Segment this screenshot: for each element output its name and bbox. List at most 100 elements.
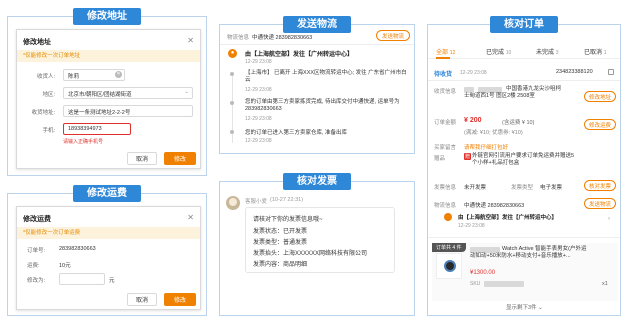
event-text: 【上海市】 已离开 上海XXX区物流转运中心; 发往 广东省广州市白云 — [245, 70, 407, 83]
send-logistics-panel: 发送物流 物流信息 中通快递 283982830663 发送物流 由【上海航空部… — [219, 16, 415, 154]
invoice-title-line: 发票抬头：上海XXXXXX网络科技有限公司 — [253, 251, 368, 257]
gift-badge: 赠 — [464, 153, 472, 160]
phone-error-text: 请输入正确手机号 — [63, 139, 104, 145]
modify-address-button[interactable]: 修改地址 — [584, 91, 616, 102]
invoice-type-line: 发票类型：普通发票 — [253, 240, 308, 246]
logistics-label: 物流信息 — [434, 203, 457, 209]
amount-discount: (满减: ¥10; 优惠券: ¥10) — [464, 130, 523, 136]
modify-to-label: 修改为: — [27, 278, 46, 284]
region-label: 地区: — [42, 92, 55, 98]
order-number: 234823388120 — [556, 69, 593, 75]
modify-freight-button[interactable]: 修改运费 — [584, 119, 616, 130]
modify-address-dialog: 修改地址 ✕ *仅能修改一次订单地址 收货人: 陈莉 ✕ 地区: 北京市/朝阳区… — [16, 29, 201, 169]
show-more-link[interactable]: 显示剩下3件 ⌄ — [506, 303, 543, 311]
event-time: 12-29 23:08 — [245, 87, 272, 93]
copy-icon[interactable] — [608, 69, 614, 75]
send-logistics-button[interactable]: 发送物流 — [584, 198, 616, 209]
modify-freight-dialog: 修改运费 ✕ *仅能修改一次订单运费 订单号: 283982830663 运费:… — [16, 206, 201, 310]
order-number-label: 订单号: — [27, 248, 46, 254]
confirm-button[interactable]: 修改 — [164, 293, 196, 306]
tab-completed[interactable]: 已完成 10 — [486, 47, 511, 56]
tab-all-underline — [436, 57, 450, 59]
invoice-status-line: 发票状态：已开发票 — [253, 229, 308, 235]
tab-cancelled[interactable]: 已取消 1 — [584, 47, 606, 56]
route-time: 12-29 23:08 — [245, 59, 272, 65]
region-select[interactable]: 北京市/朝阳区/团结湖街道 ⌄ — [63, 87, 193, 99]
confirm-button[interactable]: 修改 — [164, 152, 196, 165]
invoice-content-line: 发票内容：商品明细 — [253, 262, 308, 268]
route-time: 12-29 23:08 — [458, 223, 485, 229]
modify-freight-header: 修改运费 — [73, 185, 141, 202]
intro-text: 请核对下你的发票信息哦~ — [253, 217, 323, 223]
close-icon[interactable]: ✕ — [187, 213, 194, 222]
route-title: 由【上海航空部】发往【广州转运中心】 — [458, 215, 558, 221]
location-pin-icon: ● — [228, 49, 237, 58]
event-time: 12-29 23:08 — [245, 116, 272, 122]
remark-value: 请帮我仔细打包好 — [464, 145, 509, 151]
event-text: 您的订单由第三方卖家拣货完成, 待出库交付中通快递, 运单号为 28398283… — [245, 99, 400, 112]
event-text: 您的订单已进入第三方卖家仓库, 准备出库 — [245, 130, 348, 136]
message-time: (10-27 22:31) — [270, 197, 304, 203]
notice-banner: *仅能修改一次订单运费 — [17, 227, 200, 239]
send-logistics-button[interactable]: 发送物流 — [376, 30, 410, 41]
close-icon[interactable]: ✕ — [187, 36, 194, 45]
modify-freight-panel: 修改运费 修改运费 ✕ *仅能修改一次订单运费 订单号: 28398283066… — [7, 185, 207, 316]
order-number-value: 283982830663 — [59, 246, 96, 252]
product-name: Watch Active 智能手表男女(户外运动如动+50米防水+移动支付+音乐… — [470, 246, 587, 259]
phone-label: 手机: — [42, 128, 55, 134]
address-label: 收货信息 — [434, 89, 457, 95]
chevron-down-icon: ⌄ — [184, 89, 189, 95]
avatar — [226, 196, 240, 210]
order-status: 待收货 — [434, 72, 453, 78]
invoice-status: 未开发票 — [464, 185, 487, 191]
phone-input[interactable]: 18938394973 — [63, 123, 131, 135]
tab-all[interactable]: 全部 12 — [436, 47, 455, 56]
product-count-badge: 订单共 4 件 — [432, 243, 466, 252]
route-title: 由【上海航空部】发往【广州转运中心】 — [245, 52, 354, 58]
timeline-dot — [230, 72, 234, 76]
gift-value: 外链官网引流用户要求订单免运费并赠送5个小样+礼品打包盒 — [472, 153, 575, 166]
tab-incomplete[interactable]: 未完成 3 — [536, 47, 558, 56]
product-quantity: x1 — [602, 281, 608, 287]
blurred-sku — [484, 281, 524, 287]
verify-order-panel: 核对订单 全部 12 已完成 10 未完成 3 已取消 1 待收货 12-29 … — [427, 16, 621, 316]
invoice-type-label: 发票类型 — [511, 185, 534, 191]
invoice-label: 发票信息 — [434, 185, 457, 191]
notice-banner: *仅能修改一次订单地址 — [17, 50, 200, 62]
verify-invoice-button[interactable]: 核对发票 — [584, 180, 616, 191]
detail-address-label: 收货地址: — [31, 110, 55, 116]
verify-invoice-panel: 核对发票 客服小爱 (10-27 22:31) 请核对下你的发票信息哦~ 发票状… — [219, 173, 415, 316]
verify-invoice-header: 核对发票 — [283, 173, 351, 190]
timeline-dot — [230, 130, 234, 134]
logistics-value: 中通快递 283982830663 — [464, 203, 525, 209]
name-label: 收货人: — [36, 74, 55, 80]
amount-label: 订单金额 — [434, 120, 457, 126]
cancel-button[interactable]: 取消 — [127, 293, 157, 306]
order-tabs: 全部 12 已完成 10 未完成 3 已取消 1 — [428, 45, 620, 59]
timeline-dot — [230, 101, 234, 105]
freight-label: 运费: — [27, 263, 40, 269]
amount-value: ¥ 200 — [464, 117, 482, 124]
remark-label: 买家留言 — [434, 145, 457, 151]
cancel-button[interactable]: 取消 — [127, 152, 157, 165]
carrier-value: 中通快递 283982830663 — [252, 35, 313, 41]
modify-address-header: 修改地址 — [73, 8, 141, 25]
product-price: ¥1300.00 — [470, 270, 496, 276]
amount-freight: (含运费 ¥ 10) — [502, 120, 535, 126]
invoice-message-bubble: 请核对下你的发票信息哦~ 发票状态：已开发票 发票类型：普通发票 发票抬头：上海… — [245, 207, 395, 273]
unit-label: 元 — [109, 278, 115, 284]
product-card: 订单共 4 件 Watch Active 智能手表男女(户外运动如动+50米防水… — [432, 243, 618, 301]
address-value: 中国香港九龙尖沙咀柯士甸道西1号 图区2楼 2508室 — [464, 86, 562, 99]
route-expand-icon[interactable]: › — [608, 216, 610, 222]
product-thumbnail — [436, 253, 462, 279]
freight-input[interactable] — [59, 273, 105, 285]
verify-order-header: 核对订单 — [490, 16, 558, 33]
freight-value: 10元 — [59, 263, 71, 269]
name-input[interactable]: 陈莉 ✕ — [63, 69, 125, 81]
modify-address-panel: 修改地址 修改地址 ✕ *仅能修改一次订单地址 收货人: 陈莉 ✕ 地区: 北京… — [7, 8, 207, 176]
clear-icon[interactable]: ✕ — [115, 71, 122, 78]
detail-address-input[interactable]: 这是一条测试地址2-2-2号 — [63, 105, 193, 117]
dialog-title: 修改地址 — [23, 39, 51, 46]
gift-label: 赠品 — [434, 156, 446, 162]
invoice-type-value: 电子发票 — [540, 185, 563, 191]
